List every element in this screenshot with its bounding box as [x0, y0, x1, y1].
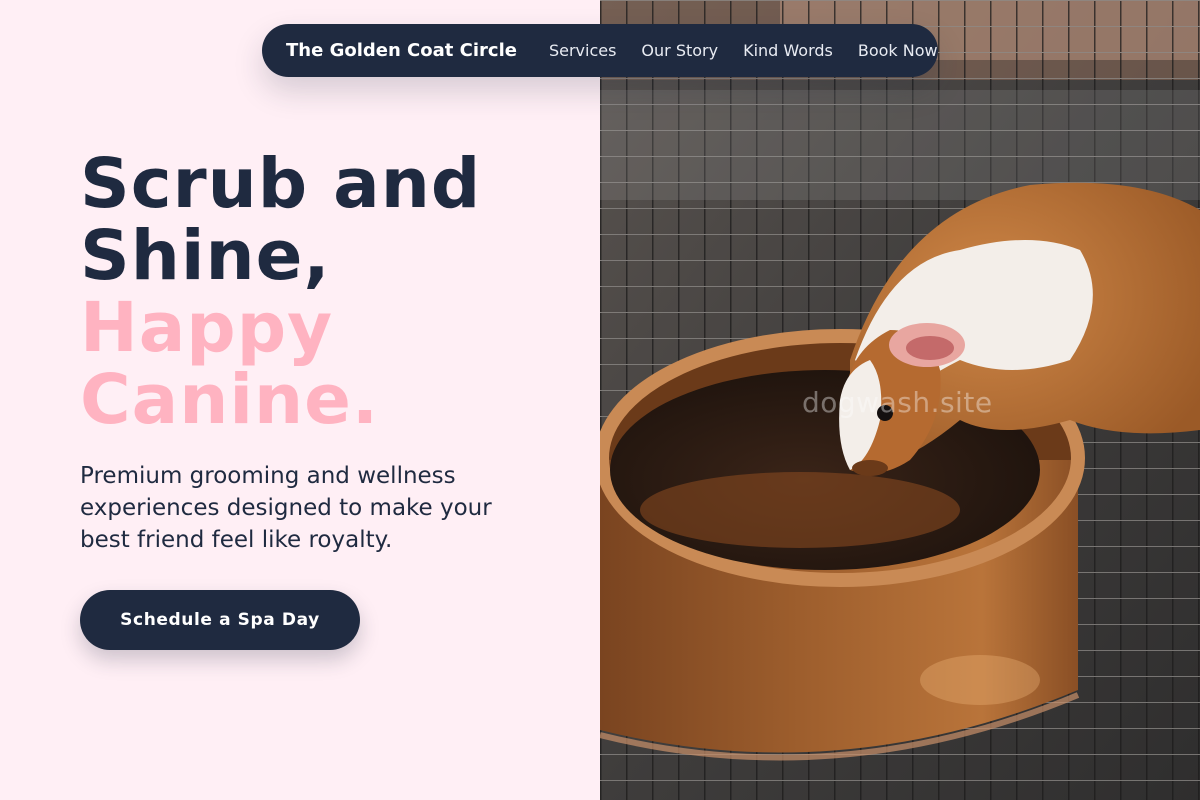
- nav-link-book-now[interactable]: Book Now: [858, 41, 938, 60]
- image-watermark: dogwash.site: [802, 386, 993, 419]
- hero-headline: Scrub and Shine, Happy Canine.: [80, 148, 481, 436]
- headline-accent-line: Happy: [80, 288, 334, 368]
- hero-text-panel: Scrub and Shine, Happy Canine. Premium g…: [0, 0, 600, 800]
- hero-image: dogwash.site: [600, 0, 1200, 800]
- nav-link-services[interactable]: Services: [549, 41, 616, 60]
- nav-link-kind-words[interactable]: Kind Words: [743, 41, 833, 60]
- top-navigation-bar: The Golden Coat Circle Services Our Stor…: [262, 24, 938, 77]
- nav-links: Services Our Story Kind Words Book Now: [549, 41, 938, 60]
- landing-page: Scrub and Shine, Happy Canine. Premium g…: [0, 0, 1200, 800]
- hero-subtext: Premium grooming and wellness experience…: [80, 463, 492, 553]
- headline-line: Scrub and: [80, 144, 482, 224]
- brand-logo-text[interactable]: The Golden Coat Circle: [286, 40, 517, 61]
- headline-line: Shine,: [80, 216, 331, 296]
- headline-accent-line: Canine.: [80, 360, 380, 440]
- schedule-spa-day-button[interactable]: Schedule a Spa Day: [80, 590, 360, 650]
- nav-link-our-story[interactable]: Our Story: [641, 41, 718, 60]
